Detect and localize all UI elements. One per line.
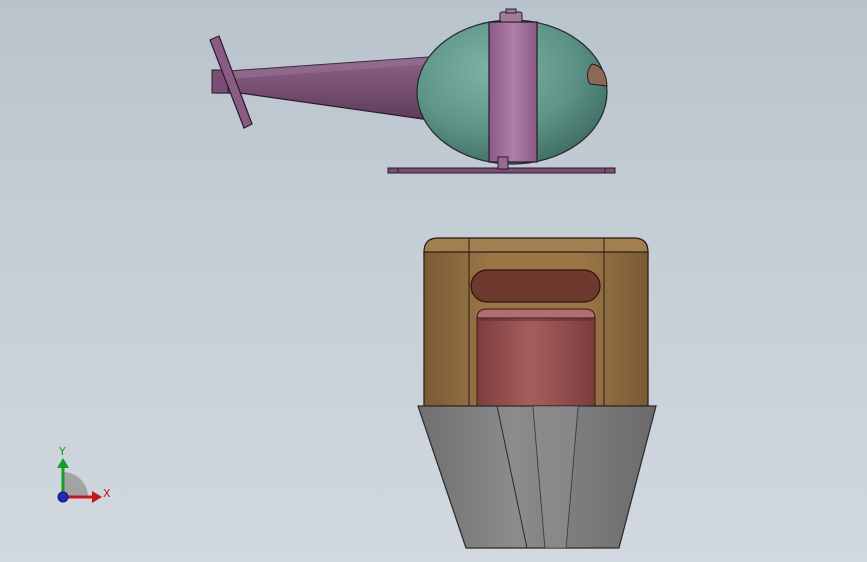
model-view[interactable]: Y X: [0, 0, 867, 562]
x-axis-label: X: [103, 487, 111, 500]
tapered-base[interactable]: [417, 405, 657, 549]
housing-slot[interactable]: [470, 269, 601, 303]
cabin-window[interactable]: [586, 63, 608, 87]
helicopter-part[interactable]: [209, 8, 616, 174]
housing-part[interactable]: [423, 237, 649, 407]
y-axis-label: Y: [58, 445, 66, 458]
z-axis-icon: [57, 491, 69, 503]
graphics-viewport[interactable]: Y X: [0, 0, 867, 562]
inner-cylinder[interactable]: [476, 308, 596, 407]
reference-triad: Y X: [57, 445, 111, 503]
cabin-band[interactable]: [488, 21, 538, 163]
